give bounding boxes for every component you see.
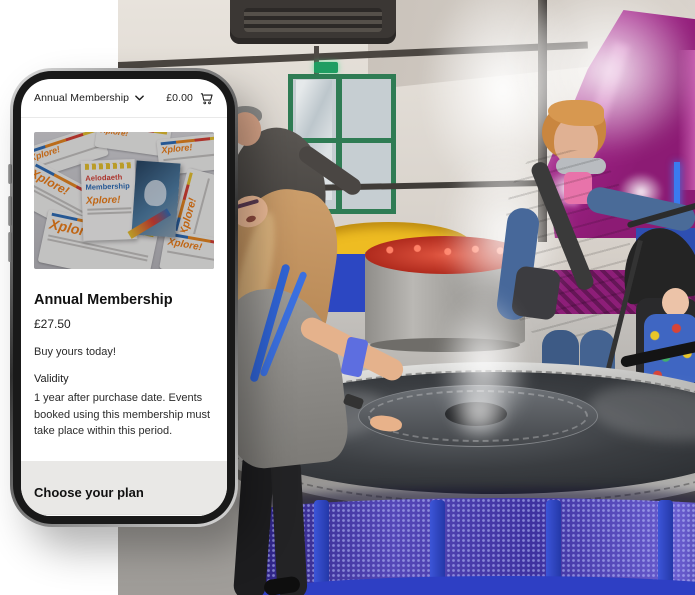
plan-option-annual-pass[interactable]: Annual Pass Unlimited annual membership [34, 515, 214, 517]
membership-cards-photo: Xplore! Xplore! Xplore! Xplore! Xplore! … [34, 132, 214, 269]
baby-head [662, 288, 689, 317]
photo-dim-overlay [34, 132, 214, 269]
product-price: £27.50 [21, 317, 227, 331]
cart-total: £0.00 [166, 92, 193, 104]
shop-header: Annual Membership £0.00 [21, 79, 227, 118]
phone-mockup: Annual Membership £0.00 Xplore! [10, 68, 238, 527]
plan-section: Choose your plan Annual Pass Unlimited a… [21, 461, 227, 517]
product-dropdown[interactable]: Annual Membership [34, 92, 144, 104]
phone-screen: Annual Membership £0.00 Xplore! [21, 79, 227, 516]
cart-icon [199, 91, 214, 106]
validity-label: Validity [21, 373, 227, 385]
ac-grille [244, 8, 382, 32]
product-title: Annual Membership [21, 292, 227, 308]
mute-switch [8, 164, 12, 184]
phone-bezel: Annual Membership £0.00 Xplore! [13, 71, 235, 524]
exit-sign [314, 62, 338, 73]
product-dropdown-label: Annual Membership [34, 92, 129, 104]
steam-from-hole [448, 382, 510, 444]
chevron-down-icon [135, 95, 144, 101]
validity-text: 1 year after purchase date. Events booke… [21, 390, 227, 440]
plan-section-title: Choose your plan [34, 485, 214, 500]
product-tagline: Buy yours today! [21, 346, 227, 358]
cart-summary[interactable]: £0.00 [166, 91, 214, 106]
volume-up-button [8, 196, 12, 226]
volume-down-button [8, 232, 12, 262]
